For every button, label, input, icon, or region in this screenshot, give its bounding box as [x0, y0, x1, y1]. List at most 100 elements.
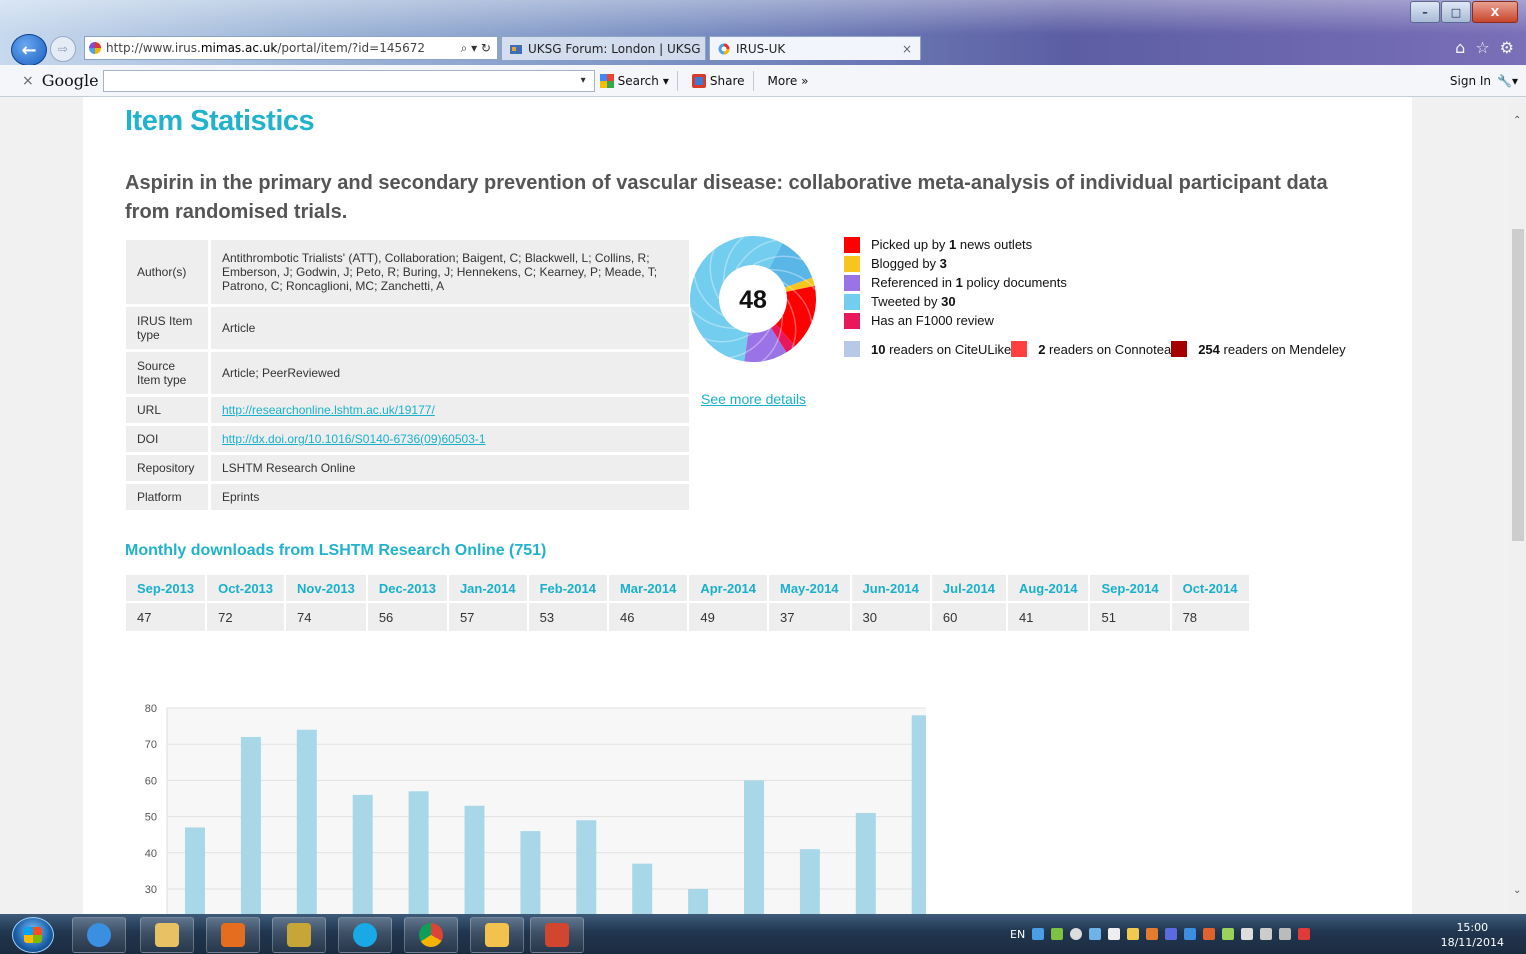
legend-swatch: [844, 274, 860, 291]
metadata-row: Author(s) Antithrombotic Trialists' (ATT)…: [126, 240, 689, 304]
close-window-button[interactable]: X: [1472, 1, 1518, 23]
taskbar-skype[interactable]: [338, 917, 392, 953]
back-button[interactable]: ←: [11, 34, 47, 66]
forward-button[interactable]: ⇨: [50, 36, 76, 62]
tray-alert-icon[interactable]: [1298, 928, 1311, 940]
see-more-details-link[interactable]: See more details: [701, 391, 806, 407]
taskbar-security[interactable]: [272, 917, 326, 953]
url-suffix: /portal/item/?id=145672: [277, 41, 426, 55]
tray-drive-icon[interactable]: [1032, 928, 1045, 940]
legend-swatch: [844, 312, 860, 329]
share-button[interactable]: Share: [691, 73, 745, 88]
month-downloads: 37: [768, 603, 852, 631]
taskbar-explorer[interactable]: [140, 917, 194, 953]
taskbar-media[interactable]: [206, 917, 260, 953]
legend-swatch: [844, 255, 860, 272]
tray-cloud-icon[interactable]: [1089, 928, 1102, 940]
tray-update-icon[interactable]: [1203, 928, 1216, 940]
reader-count: 2: [1038, 341, 1046, 357]
metadata-key: IRUS Item type: [126, 307, 211, 349]
reader-swatch: [1171, 341, 1188, 357]
metadata-key: Source Item type: [126, 352, 211, 394]
tray-sync-icon[interactable]: [1070, 928, 1083, 940]
scrollbar-thumb[interactable]: [1512, 229, 1524, 541]
chart-bar: [296, 729, 317, 914]
taskbar-chrome[interactable]: [404, 917, 458, 953]
settings-gear-icon[interactable]: ⚙: [1500, 38, 1514, 57]
legend-swatch: [844, 293, 860, 310]
favorites-star-icon[interactable]: ☆: [1475, 38, 1489, 57]
tray-network-icon[interactable]: [1184, 928, 1197, 940]
tray-device-icon[interactable]: [1260, 928, 1273, 940]
start-button[interactable]: [12, 917, 54, 953]
tab-uksg-forum[interactable]: UKSG Forum: London | UKSG: [501, 36, 706, 60]
taskbar-clock[interactable]: 15:00 18/11/2014: [1441, 920, 1504, 950]
google-search-button[interactable]: Search ▾: [599, 73, 669, 88]
tray-shield-icon[interactable]: [1165, 928, 1178, 940]
metadata-key: Platform: [126, 484, 211, 510]
minimize-button[interactable]: –: [1410, 1, 1440, 23]
browser-icons: ⌂ ☆ ⚙: [1455, 38, 1514, 57]
chart-bar: [520, 831, 541, 914]
chrome-icon: [419, 923, 443, 947]
url-domain: mimas.ac.uk: [200, 41, 278, 55]
tray-app-icon[interactable]: [1051, 928, 1064, 940]
altmetric-donut[interactable]: 48: [688, 234, 818, 364]
action-center-flag-icon[interactable]: [1241, 928, 1254, 940]
scroll-up-icon[interactable]: ⌃: [1513, 115, 1521, 126]
metadata-link[interactable]: http://researchonline.lshtm.ac.uk/19177/: [222, 403, 435, 417]
skype-icon: [353, 923, 377, 947]
legend-text: Has an F1000 review: [871, 313, 994, 328]
month-downloads: 46: [608, 603, 690, 631]
month-header: Sep-2014: [1090, 575, 1172, 603]
page-scrollbar[interactable]: ⌃ ⌄: [1510, 97, 1526, 914]
metadata-row: URL http://researchonline.lshtm.ac.uk/191…: [126, 397, 689, 423]
month-downloads: 41: [1007, 603, 1091, 631]
legend-count: 1: [955, 275, 963, 290]
volume-icon[interactable]: [1108, 928, 1121, 940]
tab-irus-uk[interactable]: IRUS-UK ×: [709, 36, 921, 60]
metadata-row: DOI http://dx.doi.org/10.1016/S0140-6736(…: [126, 426, 689, 452]
search-refresh-icons[interactable]: ⌕ ▾ ↻: [461, 41, 491, 56]
legend-row: Has an F1000 review: [844, 311, 1067, 330]
tray-monitor-icon[interactable]: [1279, 928, 1292, 940]
media-player-icon: [221, 923, 245, 947]
tray-security-icon[interactable]: [1146, 928, 1159, 940]
toolbar-close-icon[interactable]: ×: [22, 73, 34, 89]
outlook-icon: [485, 923, 509, 947]
metadata-row: Platform Eprints: [126, 484, 689, 510]
taskbar-app[interactable]: [530, 917, 584, 953]
search-label: Search: [617, 73, 659, 88]
chart-bar: [408, 791, 429, 914]
tray-power-icon[interactable]: [1222, 928, 1235, 940]
metadata-link[interactable]: http://dx.doi.org/10.1016/S0140-6736(09)…: [222, 432, 486, 446]
tray-mail-icon[interactable]: [1127, 928, 1140, 940]
language-indicator[interactable]: EN: [1010, 928, 1025, 941]
taskbar-ie[interactable]: [72, 917, 126, 953]
reader-text: 2 readers on Connotea: [1038, 341, 1172, 357]
google-search-input[interactable]: [102, 69, 595, 92]
chevron-down-icon[interactable]: ▾: [581, 75, 586, 86]
maximize-button[interactable]: □: [1441, 1, 1471, 23]
month-header: Jan-2014: [448, 575, 529, 603]
month-header: May-2014: [768, 575, 852, 603]
address-url[interactable]: http://www.irus.mimas.ac.uk/portal/item/…: [106, 41, 425, 55]
legend-row: Referenced in 1 policy documents: [844, 273, 1067, 292]
tab-close-icon[interactable]: ×: [902, 42, 912, 56]
home-icon[interactable]: ⌂: [1455, 38, 1465, 57]
irus-favicon-icon: [718, 43, 730, 54]
address-bar[interactable]: http://www.irus.mimas.ac.uk/portal/item/…: [84, 36, 498, 60]
y-tick-label: 80: [145, 703, 157, 715]
scroll-down-icon[interactable]: ⌄: [1513, 885, 1521, 896]
tab-label: IRUS-UK: [736, 41, 786, 56]
wrench-icon[interactable]: 🔧▾: [1497, 74, 1518, 88]
more-button[interactable]: More »: [768, 74, 809, 88]
metadata-key: URL: [126, 397, 211, 423]
y-tick-label: 70: [145, 739, 157, 751]
sign-in-button[interactable]: Sign In 🔧▾: [1450, 74, 1518, 88]
month-header: Aug-2014: [1007, 575, 1091, 603]
month-header: Oct-2014: [1171, 575, 1251, 603]
taskbar-outlook[interactable]: [470, 917, 524, 953]
metadata-value: http://researchonline.lshtm.ac.uk/19177/: [211, 397, 689, 423]
legend-text: Picked up by 1 news outlets: [871, 237, 1033, 252]
